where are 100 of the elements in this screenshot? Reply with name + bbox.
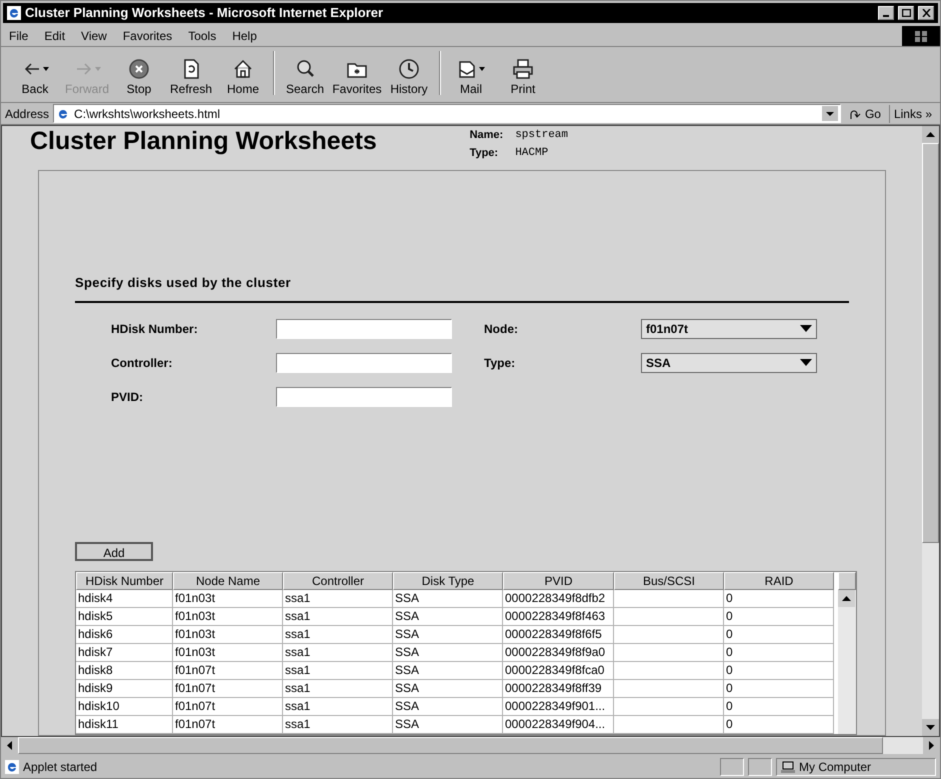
- ie-logo-icon: [7, 6, 21, 20]
- table-cell: 0000228349f901...: [503, 698, 614, 716]
- scroll-right-icon[interactable]: [923, 737, 940, 754]
- table-cell: 0: [724, 644, 834, 662]
- ie-logo-icon: [5, 760, 19, 774]
- field-label: Node:: [484, 320, 519, 338]
- column-header[interactable]: RAID: [724, 572, 834, 590]
- column-header[interactable]: Node Name: [173, 572, 283, 590]
- toolbar-button[interactable]: Print: [497, 58, 549, 98]
- status-text: Applet started: [23, 759, 98, 776]
- status-panel: [720, 758, 744, 776]
- info-label: Type:: [470, 146, 500, 161]
- table-cell: SSA: [393, 698, 503, 716]
- minimize-button[interactable]: [878, 6, 894, 20]
- table-cell: 0: [724, 662, 834, 680]
- column-header[interactable]: Controller: [283, 572, 393, 590]
- text-field[interactable]: [276, 386, 452, 406]
- toolbar-button[interactable]: Home: [217, 58, 269, 98]
- scroll-down-icon[interactable]: [922, 719, 939, 736]
- table-cell: hdisk7: [76, 644, 173, 662]
- scroll-up-icon[interactable]: [922, 126, 939, 143]
- page-scrollbar[interactable]: [922, 126, 939, 736]
- table-cell: ssa1: [283, 626, 393, 644]
- table-cell: 0000228349f8f463: [503, 608, 614, 626]
- toolbar-button[interactable]: Favorites: [331, 58, 383, 98]
- field-label: PVID:: [111, 388, 144, 406]
- section-heading: Specify disks used by the cluster: [75, 274, 292, 292]
- table-cell: SSA: [393, 662, 503, 680]
- menu-item[interactable]: Help: [232, 26, 257, 44]
- menu-item[interactable]: Favorites: [122, 26, 172, 44]
- menu-item[interactable]: Tools: [188, 26, 216, 44]
- dropdown-caret-icon: [43, 67, 49, 71]
- address-field[interactable]: C:\wrkshts\worksheets.html: [53, 104, 841, 123]
- maximize-button[interactable]: [898, 6, 914, 20]
- dropdown-caret-icon: [95, 67, 101, 71]
- table-cell: f01n03t: [173, 644, 283, 662]
- toolbar-button[interactable]: Search: [279, 58, 331, 98]
- info-value: spstream: [515, 128, 568, 143]
- table-cell: ssa1: [283, 662, 393, 680]
- dropdown-arrow-icon: [800, 359, 812, 366]
- table-cell: hdisk9: [76, 680, 173, 698]
- toolbar-button[interactable]: Back: [9, 58, 61, 98]
- toolbar-button[interactable]: Refresh: [165, 58, 217, 98]
- dropdown-caret-icon: [479, 67, 485, 71]
- table-cell: hdisk4: [76, 590, 173, 608]
- table-cell: f01n07t: [173, 662, 283, 680]
- table-cell: f01n07t: [173, 698, 283, 716]
- table-cell: SSA: [393, 590, 503, 608]
- menu-item[interactable]: Edit: [44, 26, 66, 44]
- scroll-left-icon[interactable]: [1, 737, 18, 754]
- close-icon: [922, 9, 930, 17]
- table-cell: f01n03t: [173, 590, 283, 608]
- links-button[interactable]: Links »: [888, 104, 936, 122]
- table-cell: SSA: [393, 644, 503, 662]
- dropdown-select[interactable]: SSA: [641, 352, 817, 372]
- column-header[interactable]: Bus/SCSI: [614, 572, 724, 590]
- computer-icon: [781, 761, 795, 773]
- column-header[interactable]: Disk Type: [393, 572, 503, 590]
- table-cell: ssa1: [283, 644, 393, 662]
- column-header[interactable]: PVID: [503, 572, 614, 590]
- address-label: Address: [5, 106, 50, 122]
- scroll-thumb[interactable]: [922, 143, 939, 543]
- table-cell: SSA: [393, 626, 503, 644]
- go-button[interactable]: Go: [844, 104, 885, 122]
- toolbar-button[interactable]: Stop: [113, 58, 165, 98]
- add-button[interactable]: Add: [75, 542, 153, 561]
- field-label: HDisk Number:: [111, 320, 199, 338]
- table-cell: SSA: [393, 716, 503, 734]
- table-cell: 0: [724, 590, 834, 608]
- table-cell: SSA: [393, 680, 503, 698]
- table-scrollbar[interactable]: [838, 590, 856, 734]
- table-cell: 0: [724, 680, 834, 698]
- scroll-up-icon[interactable]: [838, 590, 855, 607]
- stop-icon: [128, 58, 150, 80]
- table-cell: 0: [724, 626, 834, 644]
- table-cell: 0000228349f8f9a0: [503, 644, 614, 662]
- menu-item[interactable]: File: [9, 26, 28, 44]
- dropdown-arrow-icon: [800, 325, 812, 332]
- table-cell: ssa1: [283, 680, 393, 698]
- table-cell: 0: [724, 608, 834, 626]
- toolbar-button[interactable]: History: [383, 58, 435, 98]
- table-cell: SSA: [393, 608, 503, 626]
- table-cell: hdisk10: [76, 698, 173, 716]
- field-label: Type:: [484, 354, 516, 372]
- dropdown-select[interactable]: f01n07t: [641, 318, 817, 338]
- table-cell: ssa1: [283, 698, 393, 716]
- text-field[interactable]: [276, 352, 452, 372]
- close-button[interactable]: [918, 6, 934, 20]
- table-cell: 0000228349f8ff39: [503, 680, 614, 698]
- table-cell: f01n07t: [173, 680, 283, 698]
- menu-item[interactable]: View: [81, 26, 107, 44]
- table-cell: hdisk11: [76, 716, 173, 734]
- text-field[interactable]: [276, 318, 452, 338]
- toolbar-button[interactable]: Mail: [445, 58, 497, 98]
- table-cell: 0: [724, 716, 834, 734]
- table-cell: hdisk8: [76, 662, 173, 680]
- windows-logo-icon: [914, 28, 928, 42]
- maximize-icon: [902, 9, 910, 17]
- table-cell: ssa1: [283, 608, 393, 626]
- column-header[interactable]: HDisk Number: [76, 572, 173, 590]
